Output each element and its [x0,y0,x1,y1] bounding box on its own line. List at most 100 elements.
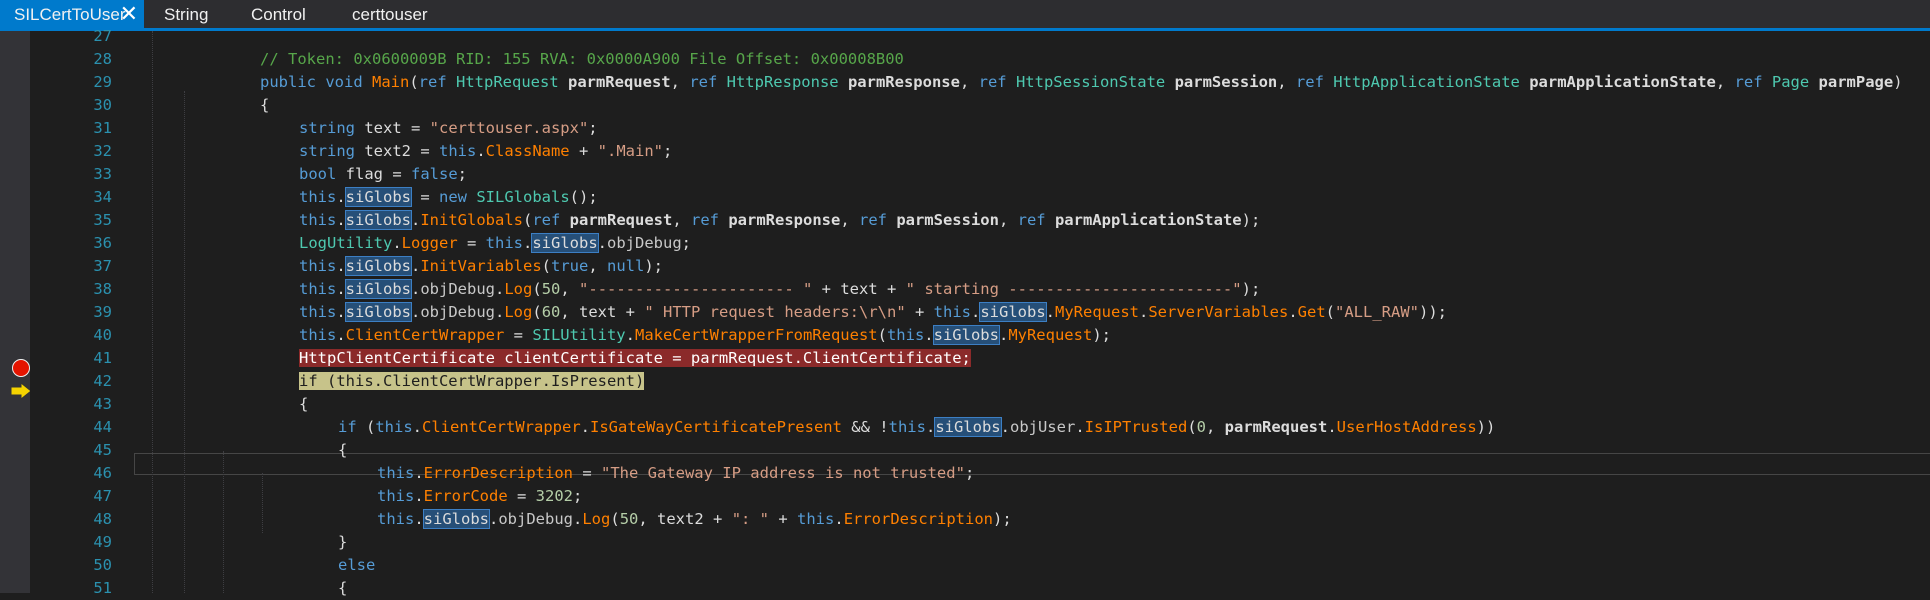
code-line[interactable]: { [338,439,347,462]
code-token: . [580,418,590,436]
code-token: ErrorCode [423,487,508,505]
code-token: parmResponse [728,211,841,229]
line-number: 51 [93,579,112,597]
document-tab-bar: SILCertToUser ✕ String Control certtouse… [0,0,1930,31]
code-line[interactable]: this.siGlobs.InitVariables(true, null); [299,255,663,278]
code-line[interactable]: HttpClientCertificate clientCertificate … [299,347,971,370]
code-token: InitGlobals [420,211,523,229]
code-token: ( [1325,303,1336,321]
code-token: ); [1241,280,1261,298]
code-token: = [457,234,486,252]
code-token: HttpSessionState [1015,73,1175,91]
current-statement: if (this.ClientCertWrapper.IsPresent) [299,372,645,390]
code-token: parmRequest [569,211,673,229]
code-line[interactable]: this.ErrorCode = 3202; [377,485,582,508]
code-line[interactable]: this.ErrorDescription = "The Gateway IP … [377,462,974,485]
code-editor[interactable]: 27 28 // Token: 0x0600009B RID: 155 RVA: 0… [30,27,1930,597]
line-number: 49 [93,533,112,551]
code-line[interactable]: this.siGlobs.InitGlobals(ref parmRequest… [299,209,1260,232]
code-token: this [933,303,971,321]
code-token: ; [964,464,975,482]
tab-certtouser[interactable]: certtouser [352,0,428,28]
code-token: . [970,303,981,321]
code-token: 60 [541,303,561,321]
tab-string[interactable]: String [164,0,208,28]
code-token: siGlobs [934,417,1002,437]
breakpoint-icon[interactable] [12,359,30,377]
code-line[interactable]: { [260,94,269,117]
code-line[interactable]: string text2 = this.ClassName + ".Main"; [299,140,672,163]
code-token: . [414,487,424,505]
code-token: true [551,257,589,275]
tab-control[interactable]: Control [251,0,306,28]
code-token: this [888,418,926,436]
code-line[interactable]: string text = "certtouser.aspx"; [299,117,598,140]
code-token: , [1206,418,1225,436]
code-token: { [338,579,348,597]
code-line[interactable]: if (this.ClientCertWrapper.IsGateWayCert… [338,416,1495,439]
code-line[interactable]: this.siGlobs.objDebug.Log(50, "---------… [299,278,1260,301]
code-token: siGlobs [422,509,491,529]
code-line[interactable]: { [338,577,347,600]
code-token: . [489,510,499,528]
code-token: Get [1297,303,1326,321]
code-token: , [588,257,608,275]
code-token: this [377,510,415,528]
code-line[interactable]: bool flag = false; [299,163,467,186]
code-token: , text + [560,303,645,321]
code-line[interactable]: this.ClientCertWrapper = SILUtility.Make… [299,324,1111,347]
code-token: . [523,234,533,252]
code-line[interactable]: { [299,393,308,416]
code-token: , [560,280,580,298]
code-token: . [495,303,505,321]
code-line[interactable]: } [338,531,347,554]
code-token: . [1000,418,1010,436]
tab-label: certtouser [352,5,428,24]
code-token: SILUtility [532,326,626,344]
line-number: 30 [93,96,112,114]
code-token: . [336,303,346,321]
code-token: objDebug [498,510,573,528]
code-token: { [260,96,270,114]
code-line[interactable]: this.siGlobs.objDebug.Log(50, text2 + ":… [377,508,1012,531]
code-token: objDebug [420,303,495,321]
code-token: ); [644,257,664,275]
code-token: ) [1893,73,1903,91]
line-number: 38 [93,280,112,298]
tab-label: String [164,5,209,24]
code-token: ": " [731,510,770,528]
code-line[interactable]: public void Main(ref HttpRequest parmReq… [260,71,1903,94]
indicator-margin[interactable] [0,31,32,593]
indent-guide [262,473,263,533]
line-number: 35 [93,211,112,229]
line-number: 47 [93,487,112,505]
code-token: , [670,73,690,91]
line-number: 43 [93,395,112,413]
code-token: ClassName [485,142,570,160]
code-line[interactable]: this.siGlobs = new SILGlobals(); [299,186,598,209]
close-icon[interactable]: ✕ [120,0,138,28]
code-token: ); [1241,211,1261,229]
code-token: ( [1187,418,1197,436]
code-token: 50 [619,510,639,528]
code-token: HttpResponse [726,73,848,91]
indent-guide [152,31,153,593]
code-token: . [392,234,402,252]
code-line[interactable]: // Token: 0x0600009B RID: 155 RVA: 0x000… [260,48,904,71]
code-line[interactable]: LogUtility.Logger = this.siGlobs.objDebu… [299,232,691,255]
code-line[interactable]: else [338,554,375,577]
code-token: this [299,303,337,321]
code-token: parmApplicationState [1054,211,1242,229]
code-line[interactable]: this.siGlobs.objDebug.Log(60, text + " H… [299,301,1447,324]
code-line[interactable]: if (this.ClientCertWrapper.IsPresent) [299,370,645,393]
code-token: . [998,326,1009,344]
code-token: ref [858,211,897,229]
code-token: objUser [1009,418,1076,436]
code-token: = [411,188,439,206]
code-token: text = [364,119,430,137]
tab-silcerttouser[interactable]: SILCertToUser ✕ [0,0,144,28]
code-token: parmSession [1174,73,1278,91]
code-token: 0 [1196,418,1206,436]
code-token: + [769,510,798,528]
code-token: ClientCertWrapper [422,418,581,436]
